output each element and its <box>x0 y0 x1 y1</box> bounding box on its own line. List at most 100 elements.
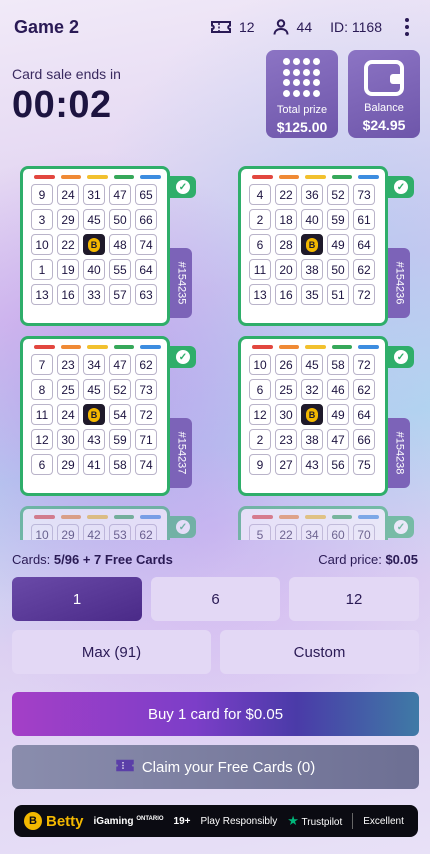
selected-check-icon[interactable]: ✓ <box>170 346 196 368</box>
more-menu-icon[interactable] <box>398 17 416 37</box>
color-bar <box>34 515 55 519</box>
number-cell: 28 <box>275 234 297 255</box>
free-cell: B <box>83 234 105 255</box>
number-cell: 27 <box>275 454 297 475</box>
header-stats: 12 44 ID: 1168 <box>210 17 416 37</box>
color-bar <box>60 515 82 519</box>
number-cell: 55 <box>109 259 131 280</box>
number-cell: 29 <box>57 454 79 475</box>
number-cell: 25 <box>57 379 79 400</box>
balance-value: $24.95 <box>362 117 406 133</box>
color-bar <box>252 345 273 349</box>
number-cell: 6 <box>249 379 271 400</box>
price-label: Card price: <box>318 552 382 567</box>
color-bars <box>31 175 161 179</box>
selected-check-icon[interactable]: ✓ <box>388 176 414 198</box>
wallet-icon <box>364 60 404 96</box>
igaming-sub: ONTARIO <box>136 815 164 822</box>
number-cell: 10 <box>31 524 53 540</box>
age-limit: 19+ <box>173 815 191 827</box>
number-cell: 64 <box>135 259 157 280</box>
play-responsibly-link[interactable]: Play Responsibly <box>201 816 278 827</box>
bingo-card[interactable]: 10 26 45 58 72 6 25 32 46 62 12 30 B 49 64 2 23 38 47 66 9 27… <box>238 336 388 496</box>
number-cell: 66 <box>353 429 375 450</box>
color-bars <box>249 345 379 349</box>
number-cell: 16 <box>57 284 79 305</box>
number-cell: 72 <box>353 354 375 375</box>
divider <box>352 813 354 829</box>
quantity-6-button[interactable]: 6 <box>151 577 280 621</box>
balance-tile[interactable]: Balance $24.95 <box>348 50 420 138</box>
number-cell: 10 <box>249 354 271 375</box>
selected-check-icon[interactable]: ✓ <box>170 176 196 198</box>
card-id: #154236 <box>393 261 406 305</box>
number-cell: 60 <box>327 524 349 540</box>
number-cell: 73 <box>353 184 375 205</box>
number-cell: 63 <box>135 284 157 305</box>
balance-label: Balance <box>364 102 404 114</box>
timer-label: Card sale ends in <box>12 66 121 82</box>
number-cell: 48 <box>109 234 131 255</box>
card-grid: 5 22 34 60 70 <box>249 524 379 540</box>
selected-check-icon[interactable]: ✓ <box>170 516 196 538</box>
number-cell: 6 <box>249 234 271 255</box>
number-cell: 58 <box>109 454 131 475</box>
total-prize-tile: Total prize $125.00 <box>266 50 338 138</box>
card-grid: 10 29 42 53 62 <box>31 524 161 540</box>
number-cell: 45 <box>83 209 105 230</box>
quantity-max-button[interactable]: Max (91) <box>12 630 211 674</box>
card-id: #154238 <box>393 431 406 475</box>
card-id: #154235 <box>175 261 188 305</box>
number-cell: 53 <box>109 524 131 540</box>
claim-free-cards-button[interactable]: Claim your Free Cards (0) <box>12 745 419 789</box>
tickets-count: 12 <box>238 19 255 35</box>
number-cell: 18 <box>275 209 297 230</box>
number-cell: 7 <box>31 354 53 375</box>
bingo-card[interactable]: 7 23 34 47 62 8 25 45 52 73 11 24 B 54 72 12 30 43 59 71 6 29… <box>20 336 170 496</box>
number-cell: 34 <box>301 524 323 540</box>
buy-cards-button[interactable]: Buy 1 card for $0.05 <box>12 692 419 736</box>
number-cell: 32 <box>301 379 323 400</box>
color-bars <box>31 515 161 519</box>
free-cell: B <box>301 404 323 425</box>
color-bar <box>87 175 108 179</box>
color-bar <box>278 345 300 349</box>
color-bar <box>113 345 135 349</box>
card-grid: 9 24 31 47 65 3 29 45 50 66 10 22 B 48 74 1 19 40 55 64 13 16… <box>31 184 161 305</box>
card-grid: 7 23 34 47 62 8 25 45 52 73 11 24 B 54 72 12 30 43 59 71 6 29… <box>31 354 161 475</box>
color-bar <box>358 345 379 349</box>
bingo-card[interactable]: 9 24 31 47 65 3 29 45 50 66 10 22 B 48 74 1 19 40 55 64 13 16… <box>20 166 170 326</box>
quantity-custom-button[interactable]: Custom <box>220 630 419 674</box>
quantity-12-button[interactable]: 12 <box>289 577 419 621</box>
number-cell: 74 <box>135 234 157 255</box>
number-cell: 47 <box>109 354 131 375</box>
bingo-card[interactable]: 4 22 36 52 73 2 18 40 59 61 6 28 B 49 64 11 20 38 50 62 13 16… <box>238 166 388 326</box>
prize-icon <box>282 58 322 98</box>
card-id-tab: #154235 <box>170 248 192 318</box>
number-cell: 12 <box>31 429 53 450</box>
color-bar <box>87 515 108 519</box>
user-icon <box>273 19 289 35</box>
bingo-cards-list[interactable]: 9 24 31 47 65 3 29 45 50 66 10 22 B 48 74 1 19 40 55 64 13 16… <box>0 160 430 540</box>
quantity-1-button[interactable]: 1 <box>12 577 142 621</box>
number-cell: 2 <box>249 209 271 230</box>
number-cell: 1 <box>31 259 53 280</box>
number-cell: 59 <box>109 429 131 450</box>
selected-check-icon[interactable]: ✓ <box>388 516 414 538</box>
number-cell: 22 <box>275 524 297 540</box>
card-id-tab: #154238 <box>388 418 410 488</box>
bingo-card[interactable]: 10 29 42 53 62 <box>20 506 170 540</box>
number-cell: 58 <box>327 354 349 375</box>
free-coin-icon: B <box>88 407 100 422</box>
color-bar <box>140 515 161 519</box>
free-coin-icon: B <box>306 237 318 252</box>
trustpilot-rating: Excellent <box>363 815 404 827</box>
betty-logo: B Betty <box>24 812 84 830</box>
number-cell: 33 <box>83 284 105 305</box>
number-cell: 4 <box>249 184 271 205</box>
color-bar <box>252 175 273 179</box>
number-cell: 66 <box>135 209 157 230</box>
number-cell: 13 <box>31 284 53 305</box>
selected-check-icon[interactable]: ✓ <box>388 346 414 368</box>
bingo-card[interactable]: 5 22 34 60 70 <box>238 506 388 540</box>
